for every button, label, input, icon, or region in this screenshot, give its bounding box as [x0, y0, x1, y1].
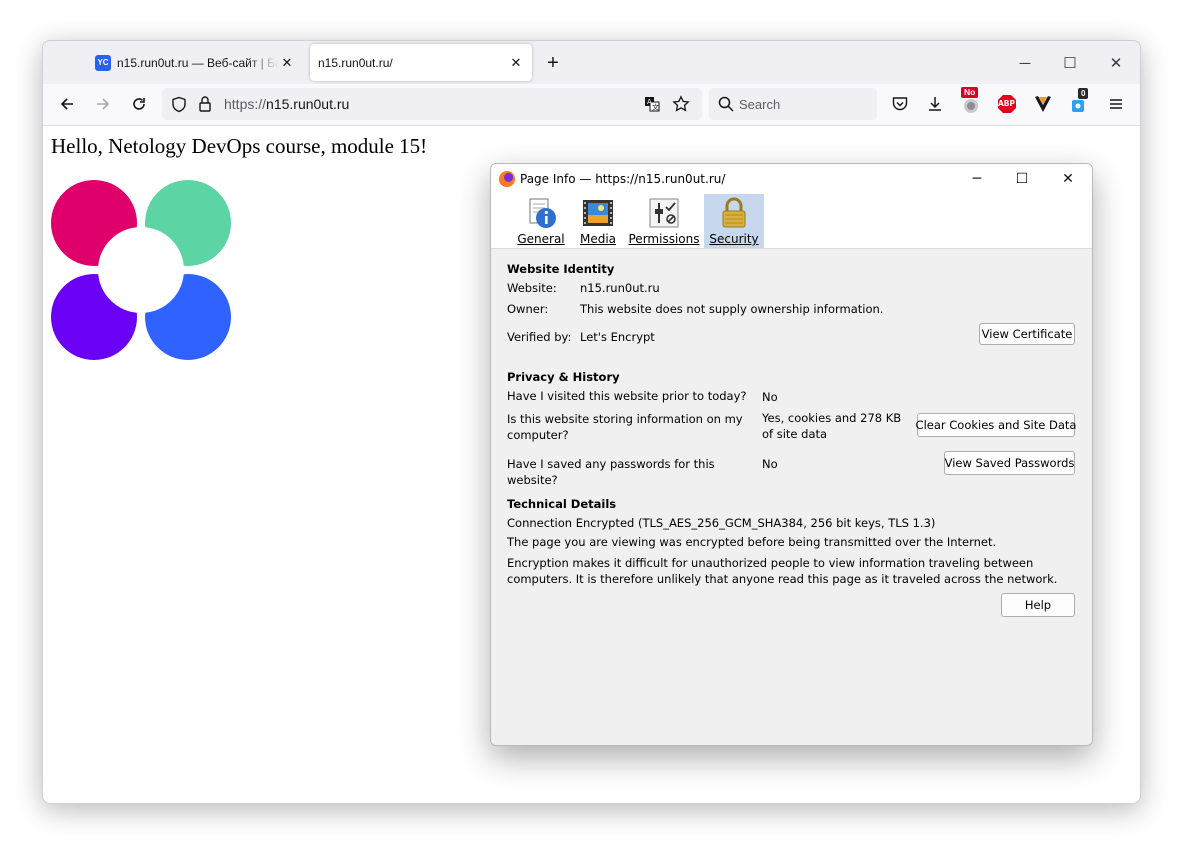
window-close-button[interactable]: ✕: [1106, 53, 1126, 73]
technical-details-heading: Technical Details: [507, 497, 617, 511]
svg-text:文: 文: [652, 103, 659, 112]
dialog-close-button[interactable]: ✕: [1058, 170, 1078, 188]
pocket-button[interactable]: [888, 92, 912, 116]
translate-icon[interactable]: A文: [644, 96, 660, 112]
tab-security[interactable]: Security: [704, 194, 764, 248]
url-host: n15.run0ut.ru: [266, 96, 350, 112]
noscript-badge: No: [961, 87, 979, 98]
search-icon: [718, 96, 734, 112]
tab-media[interactable]: Media: [573, 194, 623, 248]
lock-icon[interactable]: [198, 95, 212, 113]
tab-title: n15.run0ut.ru — Веб-сайт | Бак: [117, 55, 279, 70]
encryption-notice-text: The page you are viewing was encrypted b…: [507, 535, 997, 549]
tab-strip: YC n15.run0ut.ru — Веб-сайт | Бак ✕ n15.…: [43, 41, 1140, 84]
view-certificate-label: View Certificate: [981, 327, 1073, 341]
pocket-icon: [892, 97, 908, 111]
dialog-minimize-button[interactable]: ─: [967, 170, 987, 188]
search-placeholder: Search: [739, 97, 781, 112]
close-icon[interactable]: ✕: [279, 55, 295, 71]
vpn-extension-button[interactable]: [1031, 92, 1055, 116]
owner-value: This website does not supply ownership i…: [580, 302, 884, 316]
tab-website-panel[interactable]: YC n15.run0ut.ru — Веб-сайт | Бак ✕: [87, 44, 303, 81]
extension-badge-count: 0: [1078, 88, 1089, 99]
tab-label: Media: [579, 232, 617, 246]
dialog-maximize-button[interactable]: ☐: [1012, 170, 1032, 188]
encryption-explanation-text: Encryption makes it difficult for unauth…: [507, 556, 1058, 586]
padlock-icon: [722, 197, 746, 228]
privacy-history-heading: Privacy & History: [507, 370, 620, 384]
tab-active-site[interactable]: n15.run0ut.ru/ ✕: [310, 44, 532, 81]
view-saved-passwords-label: View Saved Passwords: [944, 456, 1075, 470]
maximize-button[interactable]: ☐: [1060, 53, 1080, 73]
yandex-cloud-logo-icon: [51, 180, 231, 360]
url-text[interactable]: https://n15.run0ut.ru: [224, 96, 349, 112]
downloads-button[interactable]: [923, 92, 947, 116]
navigation-toolbar: https://n15.run0ut.ru A文 Search No ABP 0: [43, 84, 1140, 126]
tab-title: n15.run0ut.ru/: [318, 55, 393, 70]
dialog-header: Page Info — https://n15.run0ut.ru/ ─ ☐ ✕…: [491, 164, 1092, 249]
storage-question: Is this website storing information on m…: [507, 412, 743, 442]
back-button[interactable]: [55, 92, 79, 116]
arrow-left-icon: [60, 98, 73, 110]
page-info-dialog: Page Info — https://n15.run0ut.ru/ ─ ☐ ✕…: [490, 163, 1093, 746]
app-menu-button[interactable]: [1104, 92, 1128, 116]
view-certificate-button[interactable]: View Certificate: [979, 323, 1075, 345]
arrow-right-icon: [97, 98, 110, 110]
passwords-question: Have I saved any passwords for this webs…: [507, 457, 715, 487]
visited-question: Have I visited this website prior to tod…: [507, 389, 747, 403]
yandex-cloud-favicon-icon: YC: [95, 54, 111, 71]
website-identity-heading: Website Identity: [507, 262, 615, 276]
owner-label: Owner:: [507, 302, 549, 316]
help-label: Help: [1024, 598, 1052, 612]
shield-icon[interactable]: [171, 96, 187, 113]
storage-answer: Yes, cookies and 278 KB of site data: [762, 411, 902, 441]
bookmark-star-icon[interactable]: [672, 95, 690, 113]
minimize-button[interactable]: ─: [1015, 53, 1035, 73]
adblock-plus-button[interactable]: ABP: [995, 92, 1019, 116]
tab-general[interactable]: General: [513, 194, 569, 248]
new-tab-button[interactable]: +: [543, 51, 563, 75]
website-value: n15.run0ut.ru: [580, 281, 660, 295]
dialog-title: Page Info — https://n15.run0ut.ru/: [520, 172, 726, 186]
view-saved-passwords-button[interactable]: View Saved Passwords: [944, 451, 1075, 475]
url-scheme: https://: [224, 96, 267, 112]
hamburger-menu-icon: [1110, 99, 1122, 109]
clear-cookies-button[interactable]: Clear Cookies and Site Data: [915, 413, 1077, 437]
download-icon: [929, 97, 941, 111]
tab-label: General: [517, 232, 565, 246]
close-icon[interactable]: ✕: [508, 55, 524, 71]
v-shield-icon: [1035, 96, 1051, 112]
clear-cookies-label: Clear Cookies and Site Data: [915, 418, 1077, 432]
forward-button[interactable]: [91, 92, 115, 116]
page-heading: Hello, Netology DevOps course, module 15…: [51, 134, 428, 158]
tab-permissions[interactable]: Permissions: [628, 194, 700, 248]
search-bar[interactable]: Search: [709, 88, 877, 120]
media-icon: [583, 200, 613, 226]
tab-label: Permissions: [628, 232, 700, 246]
permissions-icon: [649, 198, 679, 228]
tab-label: Security: [709, 232, 759, 246]
abp-label: ABP: [998, 99, 1016, 108]
address-bar[interactable]: https://n15.run0ut.ru A文: [162, 88, 702, 120]
noscript-extension-button[interactable]: No: [959, 87, 983, 116]
passwords-answer: No: [762, 457, 778, 471]
verified-by-label: Verified by:: [507, 330, 572, 344]
help-button[interactable]: Help: [1001, 593, 1075, 617]
logo-center-cutout: [98, 227, 184, 313]
firefox-logo-icon: [499, 171, 515, 187]
website-label: Website:: [507, 281, 557, 295]
extension-button[interactable]: 0: [1067, 88, 1091, 116]
verified-by-value: Let's Encrypt: [580, 330, 655, 344]
reload-button[interactable]: [127, 92, 151, 116]
reload-icon: [133, 98, 145, 110]
connection-encrypted-text: Connection Encrypted (TLS_AES_256_GCM_SH…: [507, 516, 936, 530]
visited-answer: No: [762, 390, 778, 404]
info-icon: [529, 198, 556, 228]
